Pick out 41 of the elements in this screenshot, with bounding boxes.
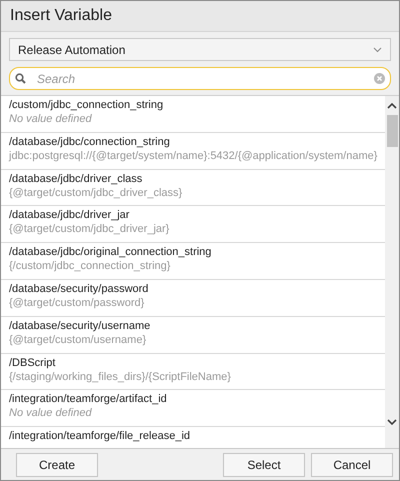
variable-value: {/staging/working_files_dirs}/{ScriptFileName} xyxy=(9,370,232,383)
variable-item[interactable]: /database/jdbc/connection_string jdbc:postgresql://{@target/system/name}:5432/{@application/system/name} xyxy=(1,132,385,170)
variable-name: /database/security/password xyxy=(9,282,150,295)
variable-value: {@target/custom/jdbc_driver_jar} xyxy=(9,223,170,236)
variable-value: {/custom/jdbc_connection_string} xyxy=(9,260,172,272)
variable-item[interactable]: /database/jdbc/original_connection_string {/custom/jdbc_connection_string} xyxy=(1,243,385,280)
variable-name: /integration/teamforge/artifact_id xyxy=(9,393,168,406)
variable-value: No value defined xyxy=(9,113,93,125)
variable-name: /DBScript xyxy=(9,356,56,369)
project-dropdown[interactable]: Release Automation xyxy=(9,38,391,61)
variable-item[interactable]: /database/jdbc/driver_jar {@target/custom/jdbc_driver_jar} xyxy=(1,206,385,244)
variable-value: {@target/custom/password} xyxy=(9,296,146,309)
scroll-up-icon[interactable] xyxy=(387,102,397,109)
variable-name: /database/security/username xyxy=(9,320,152,332)
variable-name: /database/jdbc/original_connection_string xyxy=(9,246,212,258)
variable-item[interactable]: /database/jdbc/driver_class {@target/custom/jdbc_driver_class} xyxy=(1,170,385,206)
create-button[interactable]: Create xyxy=(16,452,98,476)
variable-name: /custom/jdbc_connection_string xyxy=(9,99,164,111)
variable-value: No value defined xyxy=(9,407,93,420)
variable-item[interactable]: /DBScript {/staging/working_files_dirs}/{ScriptFileName} xyxy=(1,354,385,390)
variable-name: /integration/teamforge/file_release_id xyxy=(9,430,192,442)
variable-value: {@target/custom/username} xyxy=(9,334,148,346)
scrollbar-thumb[interactable] xyxy=(386,115,398,147)
scrollbar[interactable] xyxy=(385,96,399,448)
clear-icon[interactable] xyxy=(374,73,385,84)
cancel-button[interactable]: Cancel xyxy=(311,452,393,476)
search-icon xyxy=(15,73,26,84)
variable-item[interactable]: /integration/teamforge/artifact_id No value defined xyxy=(1,390,385,428)
variable-name: /database/jdbc/driver_class xyxy=(9,172,144,185)
variable-item[interactable]: /database/security/username {@target/custom/username} xyxy=(1,316,385,354)
variable-value: jdbc:postgresql://{@target/system/name}:5432/{@application/system/name} xyxy=(9,150,377,162)
variable-name: /database/jdbc/connection_string xyxy=(9,136,171,148)
window-title: Insert Variable xyxy=(1,1,399,32)
chevron-down-icon xyxy=(373,46,382,52)
select-button[interactable]: Select xyxy=(223,452,305,476)
scroll-down-icon[interactable] xyxy=(387,419,397,426)
variable-name: /database/jdbc/driver_jar xyxy=(9,209,130,222)
variable-item[interactable]: /database/security/password {@target/custom/password} xyxy=(1,280,385,317)
variable-item[interactable]: /custom/jdbc_connection_string No value defined xyxy=(1,96,385,133)
search-field[interactable]: Search xyxy=(9,67,391,90)
variable-value: {@target/custom/jdbc_driver_class} xyxy=(9,186,184,199)
